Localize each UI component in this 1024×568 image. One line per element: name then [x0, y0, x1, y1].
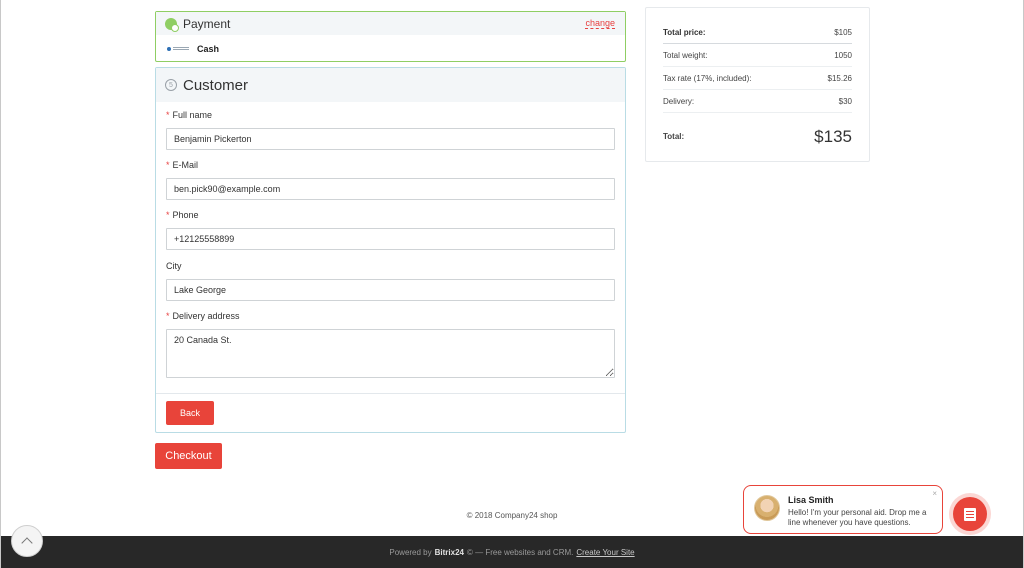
cash-logo-icon: [167, 45, 189, 52]
scroll-to-top-button[interactable]: [11, 525, 43, 557]
customer-section: 5 Customer *Full name *E-Mail *Phone Cit…: [155, 67, 626, 433]
tax-rate-label: Tax rate (17%, included):: [663, 73, 752, 83]
email-field-group: * E-Mail: [166, 160, 615, 200]
phone-input[interactable]: [166, 228, 615, 250]
delivery-address-textarea[interactable]: 20 Canada St.: [166, 329, 615, 378]
city-input[interactable]: [166, 279, 615, 301]
change-payment-link[interactable]: change: [585, 18, 615, 29]
total-price-value: $105: [834, 27, 852, 37]
total-price-row: Total price: $105: [663, 8, 852, 44]
customer-footer: Back: [156, 393, 625, 433]
bitrix24-link[interactable]: Bitrix24: [435, 548, 464, 557]
powered-by-text: Powered by: [389, 547, 432, 557]
payment-method: Cash: [156, 35, 625, 62]
powered-by-bar: Powered by Bitrix24 © — Free websites an…: [1, 536, 1023, 568]
phone-label: * Phone: [166, 210, 199, 220]
tax-rate-row: Tax rate (17%, included): $15.26: [663, 67, 852, 90]
order-totals-panel: Total price: $105 Total weight: 1050 Tax…: [645, 7, 870, 162]
customer-header: 5 Customer: [156, 68, 625, 102]
checkout-button[interactable]: Checkout: [155, 443, 222, 469]
chat-button-inner: [953, 497, 987, 531]
payment-method-label: Cash: [197, 43, 220, 54]
required-mark: *: [166, 110, 170, 120]
create-your-site-link[interactable]: Create Your Site: [576, 548, 634, 557]
address-label: * Delivery address: [166, 311, 240, 321]
delivery-label: Delivery:: [663, 96, 695, 106]
required-mark: *: [166, 210, 170, 220]
grand-total-label: Total:: [663, 132, 685, 141]
back-button[interactable]: Back: [166, 401, 214, 425]
total-weight-value: 1050: [834, 50, 852, 60]
phone-field-group: * Phone: [166, 210, 615, 250]
city-field-group: City: [166, 261, 615, 301]
customer-title: Customer: [183, 76, 249, 94]
open-chat-button[interactable]: [949, 493, 991, 535]
total-weight-label: Total weight:: [663, 50, 708, 60]
operator-name: Lisa Smith: [788, 495, 834, 505]
operator-avatar: [754, 495, 780, 521]
chevron-up-icon: [21, 537, 33, 549]
required-mark: *: [166, 160, 170, 170]
delivery-value: $30: [838, 96, 852, 106]
full-name-label: * Full name: [166, 110, 213, 120]
step-number-icon: 5: [165, 79, 177, 91]
email-input[interactable]: [166, 178, 615, 200]
chat-greeting-bubble[interactable]: Lisa Smith Hello! I'm your personal aid.…: [743, 485, 943, 534]
grand-total-value: $135: [814, 126, 852, 146]
powered-by-suffix: © — Free websites and CRM.: [466, 547, 574, 557]
full-name-input[interactable]: [166, 128, 615, 150]
address-field-group: * Delivery address 20 Canada St.: [166, 311, 615, 383]
payment-title: Payment: [183, 16, 231, 31]
delivery-row: Delivery: $30: [663, 90, 852, 113]
payment-header: Payment: [156, 12, 625, 35]
email-label: * E-Mail: [166, 160, 199, 170]
full-name-field-group: * Full name: [166, 110, 615, 150]
grand-total-row: Total: $135: [663, 113, 852, 160]
tax-rate-value: $15.26: [827, 73, 852, 83]
close-icon[interactable]: ×: [932, 489, 937, 498]
city-label: City: [166, 261, 182, 271]
required-mark: *: [166, 311, 170, 321]
payment-section: Payment change Cash: [155, 11, 626, 62]
total-price-label: Total price:: [663, 27, 706, 37]
document-icon: [964, 507, 976, 521]
total-weight-row: Total weight: 1050: [663, 44, 852, 67]
payment-check-icon: [165, 17, 179, 32]
chat-greeting-message: Hello! I'm your personal aid. Drop me a …: [788, 508, 927, 527]
